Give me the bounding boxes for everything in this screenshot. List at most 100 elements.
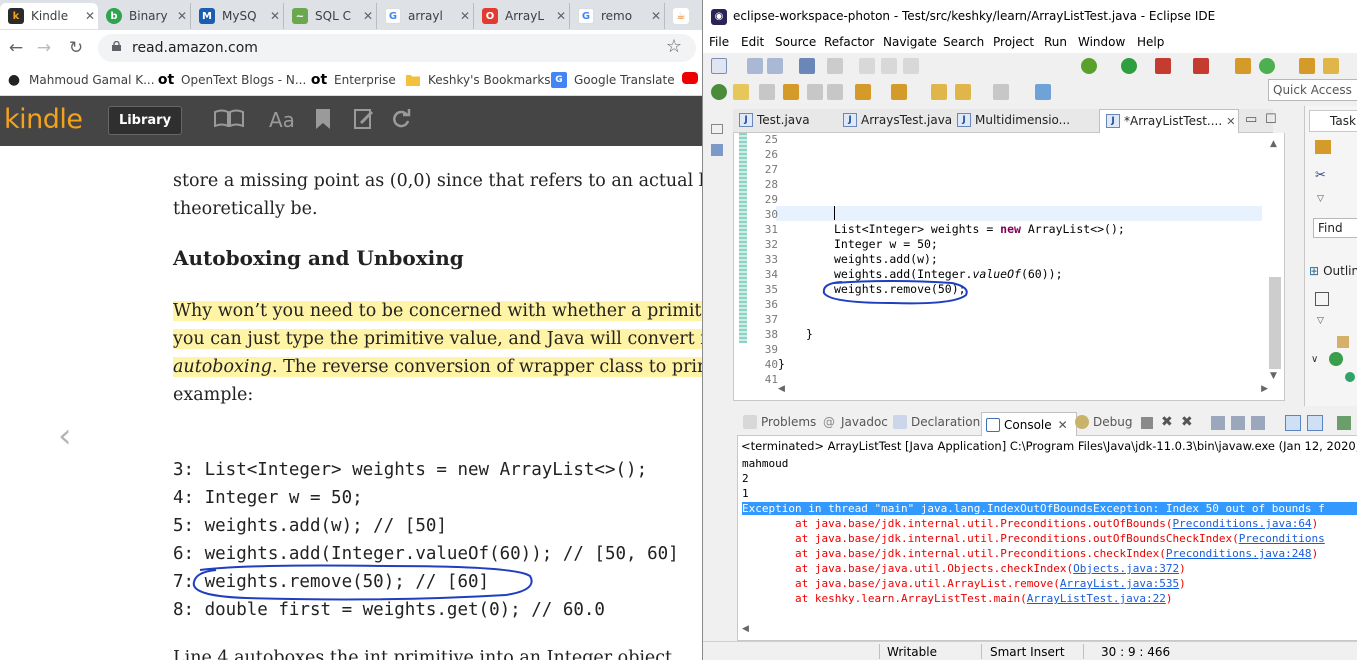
tab-arraystest-java[interactable]: J ArraysTest.java: [837, 109, 951, 133]
scroll-right-icon[interactable]: ▶: [1261, 384, 1268, 394]
font-settings-button[interactable]: Aa: [269, 108, 295, 132]
menu-source[interactable]: Source: [775, 35, 816, 49]
back-arrow-icon[interactable]: ←: [4, 36, 28, 60]
toggle-mark-occurrences-icon[interactable]: [733, 84, 749, 100]
toggle-breadcrumb-icon[interactable]: [807, 84, 823, 100]
task-list-tab[interactable]: Task L: [1309, 110, 1357, 132]
stack-trace-link[interactable]: Preconditions.java:64: [1172, 517, 1311, 530]
forward-icon[interactable]: [993, 84, 1009, 100]
suspend-icon[interactable]: [881, 58, 897, 74]
collapse-all-icon[interactable]: [1315, 292, 1329, 306]
coverage-icon[interactable]: [1155, 58, 1171, 74]
console-view[interactable]: <terminated> ArrayListTest [Java Applica…: [737, 436, 1357, 641]
stack-trace-link[interactable]: Objects.java:372: [1073, 562, 1179, 575]
scroll-left-icon[interactable]: ◀: [778, 384, 785, 394]
next-edit-icon[interactable]: [855, 84, 871, 100]
book-open-icon[interactable]: [214, 109, 244, 132]
find-input[interactable]: Find: [1313, 218, 1357, 238]
browser-tab-remove-search[interactable]: G remo ✕: [570, 3, 665, 29]
outline-tab[interactable]: ⊞ Outlin: [1309, 264, 1357, 278]
debug-icon[interactable]: [1081, 58, 1097, 74]
menu-help[interactable]: Help: [1137, 35, 1164, 49]
save-icon[interactable]: [747, 58, 763, 74]
paragraph-icon[interactable]: [827, 84, 843, 100]
clear-console-icon[interactable]: [1211, 416, 1225, 430]
new-java-class-icon[interactable]: [1259, 58, 1275, 74]
sync-icon[interactable]: [391, 109, 411, 134]
close-icon[interactable]: ✕: [174, 9, 190, 23]
browser-tab-arraylist-oracle[interactable]: O ArrayL ✕: [474, 3, 570, 29]
previous-page-chevron-icon[interactable]: ‹: [58, 416, 72, 456]
show-console-stdout-icon[interactable]: [1285, 415, 1301, 431]
show-console-stderr-icon[interactable]: [1307, 415, 1323, 431]
tab-console[interactable]: Console ✕: [981, 412, 1077, 436]
close-icon[interactable]: ✕: [457, 9, 473, 23]
open-console-icon[interactable]: [799, 58, 815, 74]
open-folder-icon[interactable]: [1323, 58, 1339, 74]
close-icon[interactable]: ✕: [553, 9, 569, 23]
restore-icon[interactable]: [711, 124, 723, 134]
browser-tab-sql[interactable]: ~ SQL C ✕: [284, 3, 377, 29]
menu-run[interactable]: Run: [1044, 35, 1067, 49]
browser-tab-kindle[interactable]: k Kindle ✕: [0, 3, 98, 29]
bookmark-star-icon[interactable]: ☆: [666, 36, 682, 57]
terminate-icon[interactable]: [903, 58, 919, 74]
scroll-lock-icon[interactable]: [1231, 416, 1245, 430]
chevron-down-icon[interactable]: ▽: [1317, 316, 1324, 326]
bookmark-youtube[interactable]: [682, 72, 702, 84]
scrollbar-thumb[interactable]: [1269, 277, 1281, 369]
browser-tab-binary[interactable]: b Binary ✕: [98, 3, 191, 29]
close-icon[interactable]: ✕: [648, 9, 664, 23]
close-icon[interactable]: ✕: [82, 9, 98, 23]
expand-arrow-icon[interactable]: ∨: [1311, 354, 1318, 365]
skip-breakpoints-icon[interactable]: [827, 58, 843, 74]
bookmark-opentext-blogs[interactable]: ot OpenText Blogs - N...: [158, 72, 306, 88]
package-explorer-icon[interactable]: [711, 144, 723, 156]
forward-arrow-icon[interactable]: →: [32, 36, 56, 60]
show-whitespace-icon[interactable]: [783, 84, 799, 100]
vertical-scrollbar[interactable]: ▲ ▼: [1268, 135, 1282, 383]
tab-arraylisttest-java[interactable]: J *ArrayListTest.... ✕: [1099, 109, 1239, 133]
tab-javadoc[interactable]: @ Javadoc: [823, 415, 888, 429]
tab-debug[interactable]: Debug: [1075, 415, 1132, 429]
scroll-left-icon[interactable]: ◀: [742, 624, 749, 634]
menu-file[interactable]: File: [709, 35, 729, 49]
tab-declaration[interactable]: Declaration: [893, 415, 980, 429]
menu-edit[interactable]: Edit: [741, 35, 764, 49]
stack-trace-link[interactable]: Preconditions.java:248: [1166, 547, 1312, 560]
open-type-icon[interactable]: [1299, 58, 1315, 74]
browser-tab-mysql[interactable]: M MySQ ✕: [191, 3, 284, 29]
close-icon[interactable]: ✕: [267, 9, 283, 23]
close-icon[interactable]: ✕: [360, 9, 376, 23]
scroll-down-icon[interactable]: ▼: [1270, 371, 1277, 381]
new-task-icon[interactable]: [1315, 140, 1331, 154]
previous-edit-icon[interactable]: [891, 84, 907, 100]
close-tab-icon[interactable]: ✕: [1058, 418, 1068, 432]
new-java-package-icon[interactable]: [1235, 58, 1251, 74]
remove-launch-icon[interactable]: ✖: [1161, 414, 1173, 430]
bookmark-icon[interactable]: [316, 109, 330, 134]
remove-all-launches-icon[interactable]: ✖: [1181, 414, 1193, 430]
last-edit-location-icon[interactable]: [931, 84, 947, 100]
stack-trace-link[interactable]: Preconditions: [1239, 532, 1325, 545]
bookmark-enterprise[interactable]: ot Enterprise: [311, 72, 396, 88]
bookmark-google-translate[interactable]: G Google Translate: [551, 72, 675, 88]
bookmark-folder-keshky[interactable]: Keshky's Bookmarks: [405, 72, 551, 88]
tab-test-java[interactable]: J Test.java: [733, 109, 837, 133]
quick-access-input[interactable]: Quick Access: [1268, 79, 1357, 101]
horizontal-scrollbar[interactable]: ◀ ▶: [778, 384, 1268, 398]
word-wrap-icon[interactable]: [1251, 416, 1265, 430]
chevron-down-icon[interactable]: ▽: [1317, 194, 1324, 204]
address-bar[interactable]: read.amazon.com ☆: [98, 34, 696, 62]
bookmark-mahmoud[interactable]: ● Mahmoud Gamal K...: [6, 72, 155, 88]
java-code-editor[interactable]: 25 26 27 28 29 30 31 32 33 34 35 36 37 3…: [733, 133, 1285, 401]
menu-window[interactable]: Window: [1078, 35, 1125, 49]
save-all-icon[interactable]: [767, 58, 783, 74]
tab-problems[interactable]: Problems: [743, 415, 816, 429]
run-icon[interactable]: [1121, 58, 1137, 74]
menu-navigate[interactable]: Navigate: [883, 35, 937, 49]
new-icon[interactable]: [711, 58, 727, 74]
maximize-icon[interactable]: ☐: [1265, 112, 1277, 127]
terminate-icon[interactable]: [1141, 417, 1153, 429]
stack-trace-link[interactable]: ArrayList.java:535: [1060, 577, 1179, 590]
